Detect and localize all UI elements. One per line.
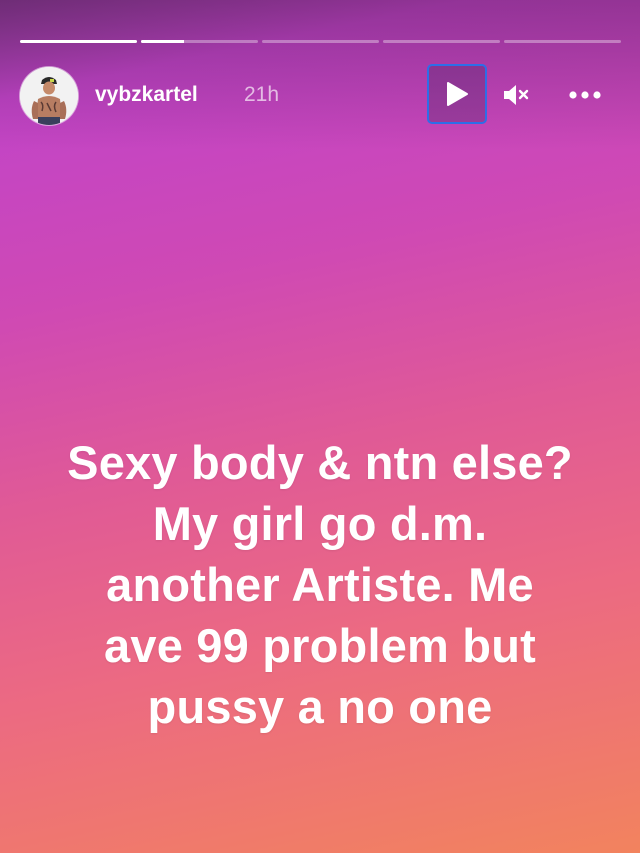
story-viewer[interactable]: vybzkartel 21h Sexy body & ntn else? My … bbox=[0, 0, 640, 853]
progress-segment-fill bbox=[20, 40, 137, 43]
play-icon bbox=[447, 82, 468, 106]
progress-segment bbox=[262, 40, 379, 43]
caption-line: pussy a no one bbox=[147, 680, 493, 733]
progress-segment-fill bbox=[141, 40, 185, 43]
avatar-image bbox=[20, 67, 78, 125]
timestamp: 21h bbox=[244, 83, 280, 106]
caption-line: My girl go d.m. bbox=[152, 497, 488, 550]
more-options-button[interactable] bbox=[566, 79, 604, 111]
progress-segment bbox=[20, 40, 137, 43]
progress-segment bbox=[141, 40, 258, 43]
progress-segment bbox=[383, 40, 500, 43]
caption-line: another Artiste. Me bbox=[106, 558, 534, 611]
username[interactable]: vybzkartel bbox=[95, 83, 198, 107]
speaker-muted-icon bbox=[504, 85, 529, 105]
more-horizontal-icon bbox=[569, 91, 601, 99]
story-progress-bar bbox=[20, 40, 621, 43]
progress-segment bbox=[504, 40, 621, 43]
story-header: vybzkartel 21h bbox=[20, 64, 624, 127]
avatar[interactable] bbox=[20, 67, 78, 125]
mute-button[interactable] bbox=[500, 79, 532, 111]
caption-line: Sexy body & ntn else? bbox=[67, 436, 573, 489]
story-caption: Sexy body & ntn else? My girl go d.m. an… bbox=[20, 432, 620, 737]
caption-line: ave 99 problem but bbox=[104, 619, 536, 672]
play-button[interactable] bbox=[427, 64, 487, 124]
